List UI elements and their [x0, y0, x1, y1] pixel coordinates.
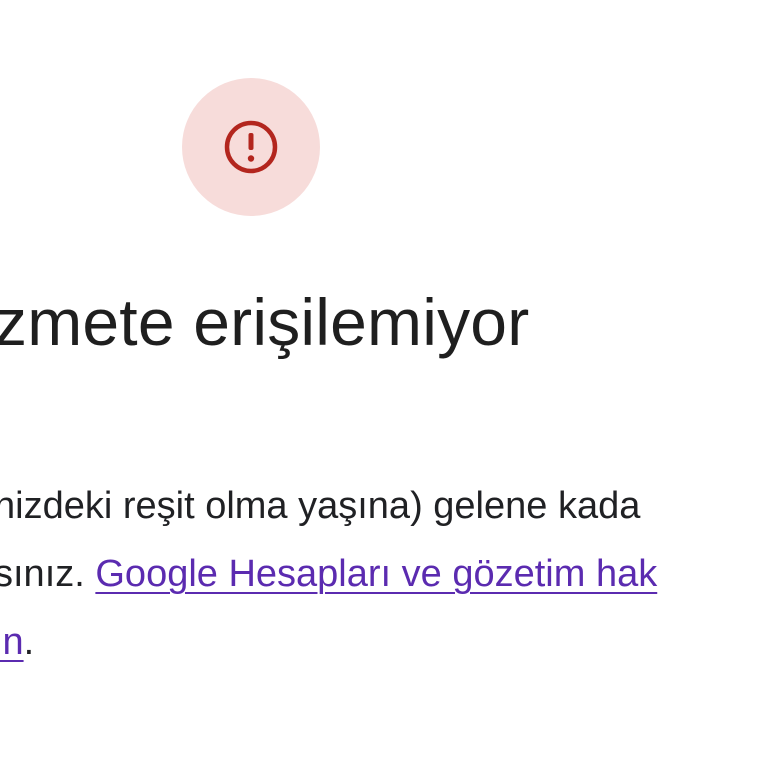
message-line-2-prefix: sınız. [0, 553, 96, 595]
message-line-3-suffix: . [23, 621, 35, 663]
error-icon [224, 120, 278, 174]
message-line-3: in. [0, 608, 657, 676]
message-line-2: sınız. Google Hesapları ve gözetim hak [0, 540, 657, 608]
google-accounts-supervision-link[interactable]: Google Hesapları ve gözetim hak [95, 553, 657, 595]
google-accounts-supervision-link-continuation[interactable]: in [0, 621, 24, 663]
page-title: zmete erişilemiyor [0, 285, 530, 359]
error-message: nizdeki reşit olma yaşına) gelene kada s… [0, 472, 657, 676]
error-icon-badge [182, 78, 320, 216]
message-line-1: nizdeki reşit olma yaşına) gelene kada [0, 485, 641, 527]
